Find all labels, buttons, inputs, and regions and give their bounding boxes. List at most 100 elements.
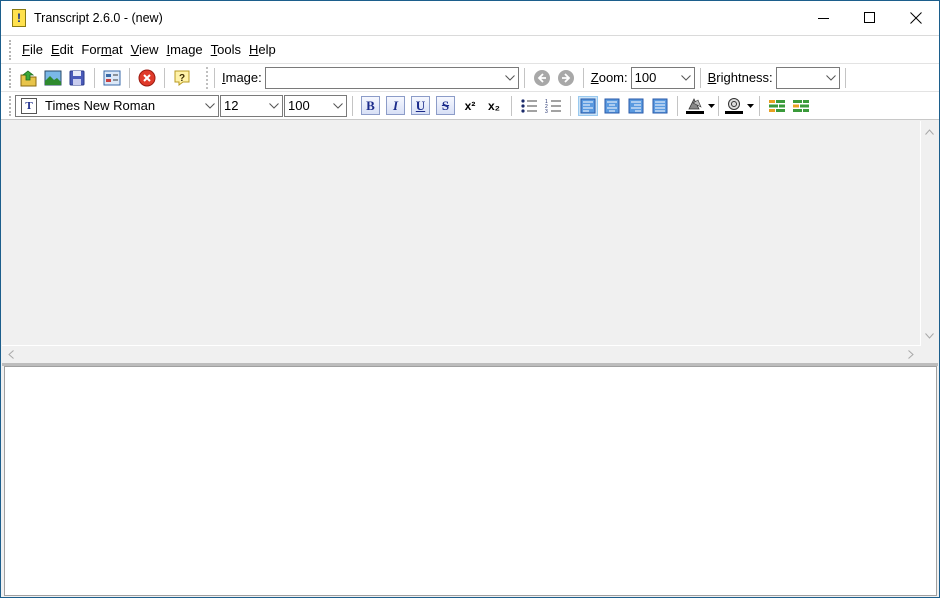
zoom-label: Zoom:: [590, 70, 628, 85]
menu-bar: File Edit Format View Image Tools Help: [1, 35, 939, 63]
text-color-icon: [686, 97, 704, 114]
save-button[interactable]: [66, 67, 88, 89]
zoom-select[interactable]: 100: [630, 66, 695, 89]
brightness-label: Brightness:: [707, 70, 773, 85]
numbered-list-icon: 1 2 3: [545, 99, 561, 114]
subscript-button[interactable]: x₂: [483, 95, 505, 117]
chevron-down-icon: [823, 68, 839, 88]
svg-text:3: 3: [545, 109, 548, 114]
toolbar-separator: [570, 95, 571, 116]
toolbar-grip[interactable]: [206, 66, 209, 89]
toolbar-separator: [164, 67, 165, 88]
help-icon: ?: [174, 70, 190, 86]
menu-edit[interactable]: Edit: [47, 37, 77, 63]
numbered-list-button[interactable]: 1 2 3: [542, 95, 564, 117]
toolbar-separator: [511, 95, 512, 116]
app-icon: !: [12, 9, 26, 27]
image-canvas[interactable]: [2, 121, 938, 363]
chevron-down-icon: [266, 96, 282, 116]
help-button[interactable]: ?: [171, 67, 193, 89]
scroll-up-icon[interactable]: [925, 127, 934, 138]
superscript-button[interactable]: x²: [459, 95, 481, 117]
toolbar-separator: [699, 67, 701, 88]
toolbar-separator: [352, 95, 353, 116]
previous-image-button[interactable]: [531, 67, 553, 89]
highlight-color-dropdown[interactable]: [746, 97, 754, 115]
align-right-icon: [628, 98, 644, 113]
menu-image[interactable]: Image: [163, 37, 207, 63]
brightness-select[interactable]: [775, 66, 840, 89]
properties-button[interactable]: [101, 67, 123, 89]
minimize-button[interactable]: [801, 1, 847, 35]
chevron-down-icon: [678, 68, 694, 88]
maximize-button[interactable]: [847, 1, 893, 35]
format-toolbar: T Times New Roman 12 100 B I U S x² x₂ 1: [1, 91, 939, 120]
increase-indent-button[interactable]: [790, 95, 812, 117]
window-title: Transcript 2.6.0 - (new): [34, 11, 163, 25]
chevron-down-icon: [502, 68, 518, 88]
highlight-color-button[interactable]: [723, 95, 745, 117]
font-family-select[interactable]: T Times New Roman: [15, 94, 219, 117]
title-bar: ! Transcript 2.6.0 - (new): [1, 1, 939, 35]
toolbar-grip[interactable]: [9, 95, 12, 116]
transcript-editor[interactable]: [4, 366, 937, 596]
align-right-button[interactable]: [626, 96, 646, 116]
justify-icon: [652, 98, 668, 113]
toolbar-grip[interactable]: [9, 67, 12, 88]
text-color-dropdown[interactable]: [707, 97, 715, 115]
horizontal-scrollbar[interactable]: [2, 346, 938, 363]
scroll-left-icon[interactable]: [8, 350, 14, 362]
chevron-down-icon: [330, 96, 346, 116]
open-icon: [20, 69, 37, 86]
svg-text:?: ?: [179, 73, 185, 84]
font-size-select[interactable]: 12: [220, 94, 283, 117]
close-button[interactable]: [893, 1, 939, 35]
open-button[interactable]: [18, 67, 40, 89]
stop-button[interactable]: [136, 67, 158, 89]
menu-tools[interactable]: Tools: [207, 37, 245, 63]
bullet-list-icon: [521, 98, 537, 113]
dropdown-arrow-icon: [707, 103, 715, 108]
image-label: Image:: [222, 70, 262, 85]
align-left-button[interactable]: [578, 95, 598, 116]
toolbar-separator: [677, 95, 678, 116]
toolbar-separator: [844, 67, 846, 88]
toolbar-separator: [94, 67, 95, 88]
stop-icon: [138, 69, 156, 86]
window-controls: [801, 1, 939, 35]
decrease-indent-button[interactable]: [766, 95, 788, 117]
scroll-down-icon[interactable]: [925, 331, 934, 342]
app-window: ! Transcript 2.6.0 - (new) File Edit For…: [0, 0, 940, 598]
highlight-color-icon: [725, 97, 743, 114]
image-select[interactable]: [264, 66, 519, 89]
decrease-indent-icon: [769, 99, 785, 112]
menu-file[interactable]: File: [18, 37, 47, 63]
scroll-right-icon[interactable]: [908, 350, 914, 362]
toolbar-separator: [214, 67, 215, 88]
close-icon: [910, 12, 922, 24]
menu-grip[interactable]: [9, 39, 12, 60]
canvas-viewport: [2, 121, 921, 346]
toolbar-separator: [582, 67, 584, 88]
text-color-button[interactable]: [684, 95, 706, 117]
next-image-button[interactable]: [555, 67, 577, 89]
menu-help[interactable]: Help: [245, 37, 280, 63]
chevron-down-icon: [202, 96, 218, 116]
align-center-button[interactable]: [602, 96, 622, 116]
underline-button[interactable]: U: [411, 96, 430, 115]
bullet-list-button[interactable]: [518, 95, 540, 117]
bold-button[interactable]: B: [361, 96, 380, 115]
vertical-scrollbar[interactable]: [921, 121, 938, 346]
open-image-button[interactable]: [42, 67, 64, 89]
arrow-right-icon: [557, 69, 574, 86]
menu-format[interactable]: Format: [77, 37, 126, 63]
scale-select[interactable]: 100: [284, 94, 347, 117]
menu-view[interactable]: View: [127, 37, 163, 63]
toolbar-separator: [129, 67, 130, 88]
save-icon: [69, 70, 85, 85]
minimize-icon: [818, 18, 829, 19]
align-center-icon: [604, 98, 620, 113]
justify-button[interactable]: [650, 96, 670, 116]
italic-button[interactable]: I: [386, 96, 405, 115]
strikethrough-button[interactable]: S: [436, 96, 455, 115]
